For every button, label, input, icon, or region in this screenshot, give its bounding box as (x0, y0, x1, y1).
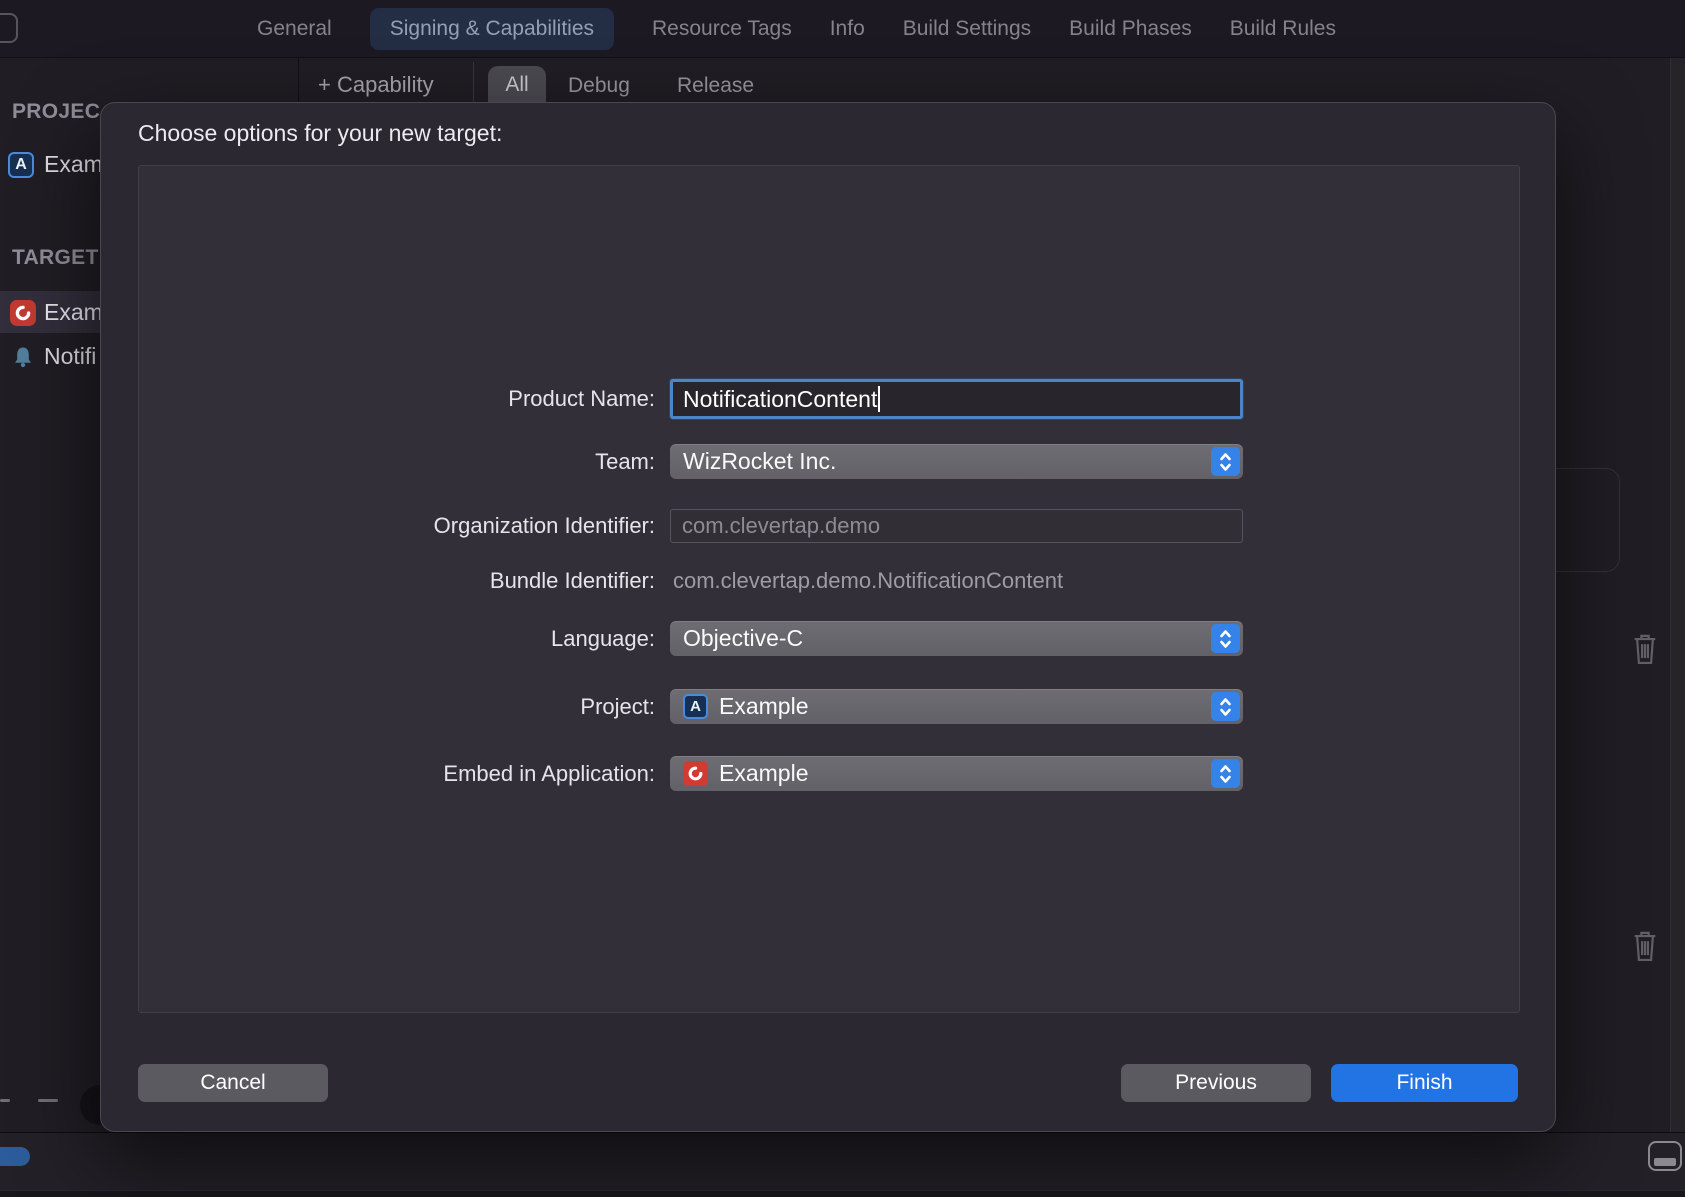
sidebar-item-project-example[interactable]: A Exam (0, 151, 103, 178)
embed-in-application-dropdown[interactable]: Example (670, 756, 1243, 791)
sidebar-item-target-notification[interactable]: Notifi (0, 343, 96, 370)
organization-identifier-value: com.clevertap.demo (682, 513, 880, 539)
add-capability-button[interactable]: + Capability (318, 72, 434, 98)
up-down-chevrons-icon (1211, 692, 1240, 721)
up-down-chevrons-icon (1211, 624, 1240, 653)
filter-debug-button[interactable]: Debug (568, 74, 630, 98)
language-label: Language: (139, 621, 655, 656)
tab-resource-tags[interactable]: Resource Tags (652, 8, 792, 50)
team-label: Team: (139, 444, 655, 479)
language-value: Objective-C (683, 625, 803, 652)
options-form-panel: Product Name: NotificationContent Team: … (138, 165, 1520, 1013)
window-bottom-strip (0, 1190, 1685, 1197)
crescent-glyph (14, 304, 32, 322)
dialog-title: Choose options for your new target: (138, 120, 502, 147)
target-editor-tabs: General Signing & Capabilities Resource … (257, 0, 1336, 58)
tab-signing-capabilities[interactable]: Signing & Capabilities (370, 8, 614, 50)
sidebar-minus-button[interactable] (38, 1099, 58, 1102)
sidebar-divider (298, 58, 299, 108)
project-value: Example (719, 693, 808, 720)
tab-build-settings[interactable]: Build Settings (903, 8, 1031, 50)
text-cursor (878, 386, 880, 412)
embed-value: Example (719, 760, 808, 787)
embed-in-application-label: Embed in Application: (139, 756, 655, 791)
project-item-label: Exam (44, 151, 103, 178)
xcode-window: General Signing & Capabilities Resource … (0, 0, 1685, 1197)
tab-build-phases[interactable]: Build Phases (1069, 8, 1192, 50)
xcode-project-icon: A (8, 152, 34, 178)
progress-indicator (0, 1147, 30, 1166)
bundle-identifier-value: com.clevertap.demo.NotificationContent (670, 567, 1243, 595)
team-value: WizRocket Inc. (683, 448, 836, 475)
product-name-value: NotificationContent (683, 386, 877, 413)
project-dropdown[interactable]: A Example (670, 689, 1243, 724)
tab-info[interactable]: Info (830, 8, 865, 50)
tab-build-rules[interactable]: Build Rules (1230, 8, 1336, 50)
target-item-label: Exam (44, 299, 103, 326)
trash-icon[interactable] (1630, 632, 1660, 666)
toggle-debug-area-icon[interactable] (1648, 1141, 1682, 1171)
window-corner-icon (0, 13, 18, 43)
bundle-identifier-label: Bundle Identifier: (139, 567, 655, 595)
right-panel-edge (1670, 58, 1685, 1190)
organization-identifier-input[interactable]: com.clevertap.demo (670, 509, 1243, 543)
new-target-options-dialog: Choose options for your new target: Prod… (100, 102, 1556, 1132)
project-label: Project: (139, 689, 655, 724)
finish-button[interactable]: Finish (1331, 1064, 1518, 1102)
clevertap-app-icon (10, 300, 36, 326)
project-section-header: PROJEC (12, 100, 100, 124)
up-down-chevrons-icon (1211, 759, 1240, 788)
trash-icon[interactable] (1630, 929, 1660, 963)
clevertap-app-icon (683, 761, 708, 786)
sidebar-item-target-example[interactable]: Exam (0, 299, 103, 326)
targets-section-header: TARGET (12, 246, 99, 270)
product-name-input[interactable]: NotificationContent (670, 379, 1243, 419)
team-dropdown[interactable]: WizRocket Inc. (670, 444, 1243, 479)
cancel-button[interactable]: Cancel (138, 1064, 328, 1102)
notification-item-label: Notifi (44, 343, 96, 370)
sidebar-remove-button[interactable] (0, 1099, 10, 1102)
previous-button[interactable]: Previous (1121, 1064, 1311, 1102)
bell-icon (10, 344, 36, 370)
language-dropdown[interactable]: Objective-C (670, 621, 1243, 656)
product-name-label: Product Name: (139, 379, 655, 419)
debug-status-bar (0, 1132, 1685, 1190)
editor-tab-bar: General Signing & Capabilities Resource … (0, 0, 1685, 58)
up-down-chevrons-icon (1211, 447, 1240, 476)
xcode-project-icon: A (683, 694, 708, 719)
tab-general[interactable]: General (257, 8, 332, 50)
organization-identifier-label: Organization Identifier: (139, 509, 655, 543)
filter-release-button[interactable]: Release (677, 74, 754, 98)
